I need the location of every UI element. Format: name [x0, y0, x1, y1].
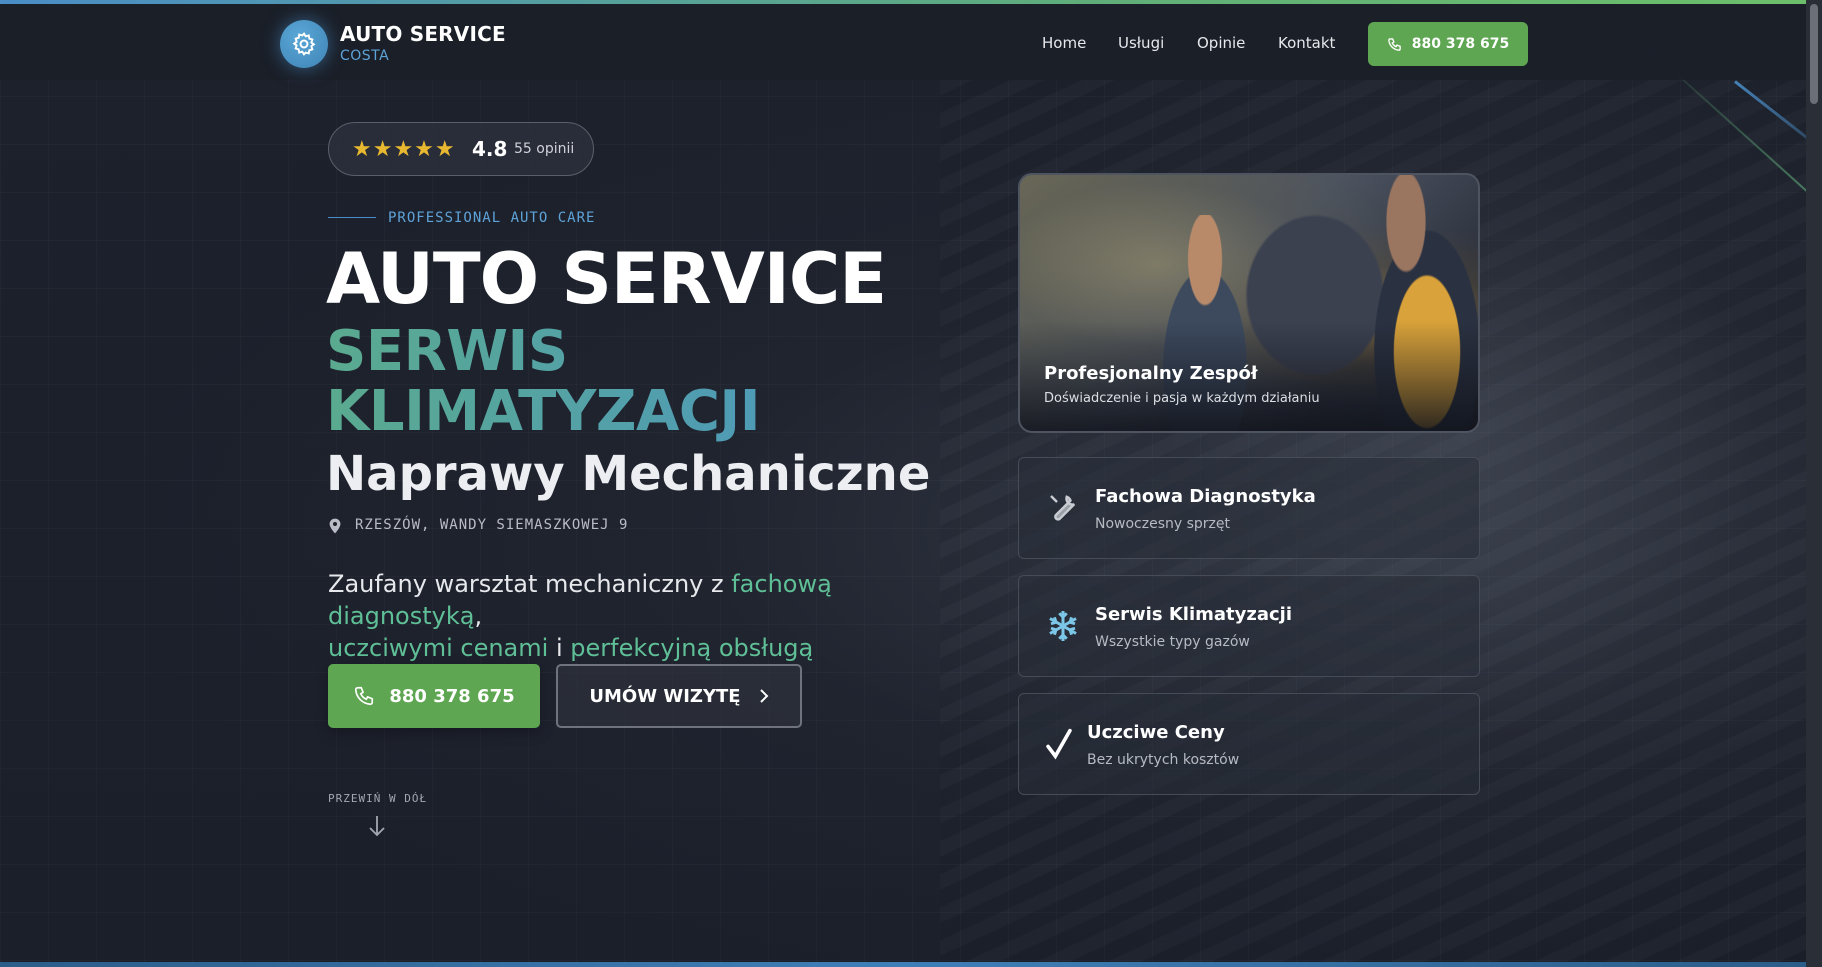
logo-gear-icon[interactable]	[280, 20, 328, 68]
scroll-hint[interactable]: PRZEWIŃ W DÓŁ	[328, 792, 427, 805]
call-button-label: 880 378 675	[389, 685, 515, 707]
feature-subtitle: Nowoczesny sprzęt	[1095, 516, 1231, 532]
hero-subtitle-line1: SERWIS	[326, 319, 568, 384]
team-photo-card: Profesjonalny Zespół Doświadczenie i pas…	[1018, 173, 1480, 433]
checkmark-icon	[1039, 724, 1079, 764]
feature-subtitle: Wszystkie typy gazów	[1095, 634, 1250, 650]
nav-opinie[interactable]: Opinie	[1197, 34, 1245, 52]
chevron-right-icon	[759, 689, 768, 703]
feature-subtitle: Bez ukrytych kosztów	[1087, 752, 1240, 768]
address-text: RZESZÓW, WANDY SIEMASZKOWEJ 9	[355, 517, 629, 533]
scrollbar-thumb[interactable]	[1810, 4, 1818, 104]
brand-subtitle[interactable]: COSTA	[340, 48, 389, 64]
snowflake-icon	[1043, 606, 1083, 646]
wrench-icon	[1043, 488, 1083, 528]
description-highlight: perfekcyjną obsługą	[570, 634, 814, 662]
star-rating-icon: ★★★★★	[352, 136, 456, 161]
top-accent-bar	[0, 0, 1806, 4]
hero-tagline: PROFESSIONAL AUTO CARE	[388, 210, 596, 226]
feature-card-fair-prices: Uczciwe Ceny Bez ukrytych kosztów	[1018, 693, 1480, 795]
location-pin-icon	[329, 518, 341, 534]
feature-card-ac-service: Serwis Klimatyzacji Wszystkie typy gazów	[1018, 575, 1480, 677]
rating-count: 55 opinii	[514, 141, 575, 157]
call-button[interactable]: 880 378 675	[328, 664, 540, 728]
phone-icon	[355, 686, 374, 706]
hero-subtitle-line2: KLIMATYZACJI	[326, 379, 761, 444]
feature-title: Fachowa Diagnostyka	[1095, 486, 1316, 507]
header-call-button[interactable]: 880 378 675	[1368, 22, 1528, 66]
header-call-label: 880 378 675	[1411, 36, 1510, 52]
team-card-subtitle: Doświadczenie i pasja w każdym działaniu	[1044, 391, 1320, 406]
rating-value: 4.8	[472, 137, 508, 161]
description-highlight: uczciwymi cenami	[328, 634, 549, 662]
description-text: Zaufany warsztat mechaniczny z	[328, 570, 732, 598]
description-text: i	[548, 634, 571, 662]
feature-title: Uczciwe Ceny	[1087, 722, 1225, 743]
hero-tertiary-title: Naprawy Mechaniczne	[326, 446, 931, 502]
hero-description: Zaufany warsztat mechaniczny z fachową d…	[328, 568, 968, 664]
feature-title: Serwis Klimatyzacji	[1095, 604, 1292, 625]
feature-card-diagnostics: Fachowa Diagnostyka Nowoczesny sprzęt	[1018, 457, 1480, 559]
brand-title[interactable]: AUTO SERVICE	[340, 22, 506, 46]
book-visit-button[interactable]: UMÓW WIZYTĘ	[556, 664, 802, 728]
nav-uslugi[interactable]: Usługi	[1118, 34, 1164, 52]
arrow-down-icon[interactable]	[367, 814, 387, 838]
description-text: ,	[474, 602, 483, 630]
site-header: AUTO SERVICE COSTA Home Usługi Opinie Ko…	[0, 4, 1806, 80]
nav-kontakt[interactable]: Kontakt	[1278, 34, 1335, 52]
tagline-divider	[328, 217, 376, 218]
phone-icon	[1387, 37, 1401, 51]
hero-subtitle: SERWIS KLIMATYZACJI	[326, 322, 760, 442]
bottom-accent-bar	[0, 962, 1806, 967]
book-visit-label: UMÓW WIZYTĘ	[589, 685, 741, 707]
page-background: AUTO SERVICE COSTA Home Usługi Opinie Ko…	[0, 0, 1806, 967]
nav-home[interactable]: Home	[1042, 34, 1086, 52]
team-card-title: Profesjonalny Zespół	[1044, 363, 1258, 384]
hero-title: AUTO SERVICE	[326, 238, 887, 320]
scrollbar-track[interactable]	[1806, 0, 1822, 967]
